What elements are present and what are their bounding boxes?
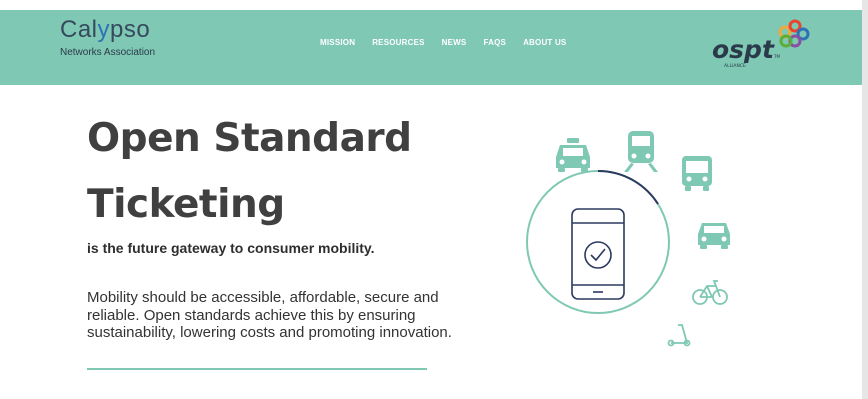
train-icon <box>624 131 658 172</box>
calypso-logo[interactable]: Calypso Networks Association <box>60 16 155 59</box>
scooter-icon <box>667 324 691 347</box>
taxi-icon <box>556 138 590 172</box>
site-header: Calypso Networks Association MISSION RES… <box>0 10 862 85</box>
logo-name-accent: y <box>97 16 111 43</box>
car-icon <box>698 223 730 249</box>
ospt-rings-icon <box>778 19 810 48</box>
nav-news[interactable]: NEWS <box>442 37 467 49</box>
vertical-scrollbar[interactable] <box>862 0 868 399</box>
nav-resources[interactable]: RESOURCES <box>372 37 424 49</box>
smartphone-check-icon <box>571 208 625 300</box>
nav-about-us[interactable]: ABOUT US <box>523 37 566 49</box>
ospt-alliance-logo[interactable]: ospt ALLIANCE TM <box>706 12 816 76</box>
hero-description: Mobility should be accessible, affordabl… <box>87 289 452 341</box>
bicycle-icon <box>692 280 728 305</box>
logo-name-pre: Cal <box>60 16 98 43</box>
ospt-logo-text: ospt <box>712 35 775 64</box>
ospt-logo-subtext: ALLIANCE <box>724 63 746 69</box>
logo-name: Calypso <box>60 16 155 44</box>
bus-icon <box>682 156 712 191</box>
ospt-logo-tm: TM <box>773 54 780 59</box>
hero-divider <box>87 368 427 370</box>
hero-title: Open Standard Ticketing <box>87 116 412 227</box>
main-nav: MISSION RESOURCES NEWS FAQS ABOUT US <box>320 37 566 49</box>
mobility-illustration <box>526 131 730 347</box>
logo-name-post: pso <box>110 16 151 43</box>
nav-mission[interactable]: MISSION <box>320 37 355 49</box>
nav-faqs[interactable]: FAQS <box>483 37 506 49</box>
hero-tagline: is the future gateway to consumer mobili… <box>87 240 375 256</box>
logo-subtitle: Networks Association <box>60 47 156 58</box>
